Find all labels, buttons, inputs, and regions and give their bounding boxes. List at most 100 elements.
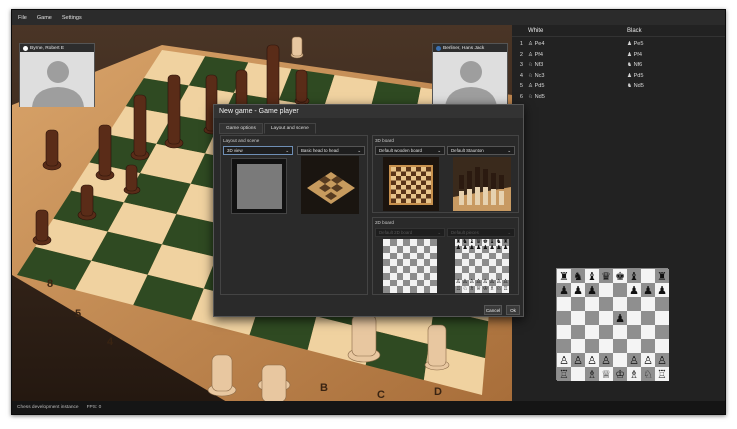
white-move[interactable]: ♙ Pe4 [528, 41, 627, 47]
mini-board-square[interactable] [655, 339, 669, 353]
scene-select[interactable]: Basic head to head ⌄ [297, 146, 365, 155]
move-row[interactable]: 2 ♙ Pf4 ♟ Pf4 [512, 50, 725, 61]
mini-board-square[interactable] [627, 339, 641, 353]
mini-board-square[interactable] [599, 325, 613, 339]
mini-board-square[interactable] [627, 325, 641, 339]
mini-board-square[interactable] [641, 339, 655, 353]
white-move[interactable]: ♘ Nd5 [528, 94, 627, 100]
2d-board-thumbnail[interactable] [383, 239, 437, 293]
mini-board-square[interactable] [585, 297, 599, 311]
white-move[interactable]: ♘ Nc3 [528, 73, 627, 79]
cancel-button[interactable]: Cancel [484, 305, 502, 315]
3d-pieces-thumbnail[interactable] [453, 157, 511, 211]
ok-button[interactable]: Ok [506, 305, 520, 315]
white-move[interactable]: ♙ Pf4 [528, 52, 627, 58]
mini-board-square[interactable] [557, 339, 571, 353]
mini-board-square[interactable] [655, 325, 669, 339]
move-row[interactable]: 6 ♘ Nd5 [512, 92, 725, 103]
mini-board-square[interactable] [613, 283, 627, 297]
mini-board-square[interactable] [557, 325, 571, 339]
black-move[interactable]: ♟ Pe5 [627, 41, 717, 47]
mini-board-square[interactable]: ♞ [571, 269, 585, 283]
mini-board-square[interactable]: ♗ [585, 367, 599, 381]
3d-board-select[interactable]: Default wooden board ⌄ [375, 146, 445, 155]
2d-mini-board[interactable]: ♜ ♞ ♝ ♛ ♚ ♝ ♜ ♟ ♟ ♟ ♟ ♟ ♟ ♟ ♙ ♙ ♙ ♙ ♙ ♙ ♙ ♖ ♗ ♕ ♔ ♗ ♘ ♖ [556, 268, 669, 381]
black-move[interactable]: ♟ Pf4 [627, 52, 717, 58]
mini-board-square[interactable] [557, 297, 571, 311]
black-move[interactable]: ♞ Nd5 [627, 83, 717, 89]
mini-board-square[interactable] [585, 339, 599, 353]
tab-layout-and-scene[interactable]: Layout and scene [263, 123, 316, 134]
move-row[interactable]: 5 ♙ Pd5 ♞ Nd5 [512, 81, 725, 92]
mini-board-square[interactable]: ♜ [655, 269, 669, 283]
mini-board-square[interactable]: ♙ [557, 353, 571, 367]
mini-board-square[interactable] [613, 353, 627, 367]
menu-file[interactable]: File [18, 15, 27, 21]
mini-board-square[interactable]: ♙ [599, 353, 613, 367]
mini-board-square[interactable]: ♖ [557, 367, 571, 381]
mini-board-square[interactable] [641, 311, 655, 325]
2d-pieces-select[interactable]: Default pieces ⌄ [447, 228, 515, 237]
mini-board-square[interactable]: ♟ [613, 311, 627, 325]
mini-board-square[interactable] [613, 297, 627, 311]
mini-board-square[interactable] [571, 325, 585, 339]
mini-board-square[interactable] [641, 297, 655, 311]
layout-preview-thumbnail[interactable] [231, 158, 287, 214]
mini-board-square[interactable] [627, 311, 641, 325]
mini-board-square[interactable] [599, 297, 613, 311]
mini-board-square[interactable]: ♖ [655, 367, 669, 381]
mini-board-square[interactable] [655, 297, 669, 311]
mini-board-square[interactable] [571, 367, 585, 381]
mini-board-square[interactable]: ♙ [641, 353, 655, 367]
mini-board-square[interactable]: ♟ [627, 283, 641, 297]
move-row[interactable]: 3 ♘ Nf3 ♞ Nf6 [512, 60, 725, 71]
mini-board-square[interactable] [557, 311, 571, 325]
menu-settings[interactable]: Settings [62, 15, 82, 21]
mini-board-square[interactable]: ♝ [585, 269, 599, 283]
white-move[interactable]: ♙ Pd5 [528, 83, 627, 89]
mini-board-square[interactable]: ♟ [655, 283, 669, 297]
mini-board-square[interactable] [641, 269, 655, 283]
mini-board-square[interactable]: ♟ [571, 283, 585, 297]
mini-board-square[interactable]: ♟ [641, 283, 655, 297]
mini-board-square[interactable]: ♜ [557, 269, 571, 283]
mini-board-square[interactable] [571, 339, 585, 353]
mini-board-square[interactable]: ♛ [599, 269, 613, 283]
2d-board-select[interactable]: Default 2D board ⌄ [375, 228, 445, 237]
mini-board-square[interactable]: ♔ [613, 367, 627, 381]
mini-board-square[interactable]: ♙ [655, 353, 669, 367]
mini-board-square[interactable]: ♙ [627, 353, 641, 367]
mini-board-square[interactable] [599, 283, 613, 297]
black-move[interactable]: ♞ Nf6 [627, 62, 717, 68]
tab-game-options[interactable]: Game options [219, 123, 263, 134]
3d-pieces-select[interactable]: Default Staunton ⌄ [447, 146, 515, 155]
mini-board-square[interactable] [655, 311, 669, 325]
mini-board-square[interactable]: ♗ [627, 367, 641, 381]
mini-board-square[interactable] [627, 297, 641, 311]
white-move[interactable]: ♘ Nf3 [528, 62, 627, 68]
2d-pieces-thumbnail[interactable]: ♜ ♞ ♝ ♛ ♚ ♝ ♞ ♜ ♟ ♟ ♟ ♟ ♟ ♟ ♟ ♟ ♙ ♙ ♙ ♙ ♙ ♙ ♙ ♙ ♖ ♘ ♗ ♕ ♔ ♗ ♘ ♖ [455, 239, 509, 293]
layout-select[interactable]: 3D view ⌄ [223, 146, 293, 155]
mini-board-square[interactable] [599, 311, 613, 325]
mini-board-square[interactable] [571, 311, 585, 325]
mini-board-square[interactable]: ♕ [599, 367, 613, 381]
mini-board-square[interactable]: ♝ [627, 269, 641, 283]
mini-board-square[interactable]: ♘ [641, 367, 655, 381]
mini-board-square[interactable] [613, 339, 627, 353]
mini-board-square[interactable] [571, 297, 585, 311]
mini-board-square[interactable] [585, 311, 599, 325]
mini-board-square[interactable] [585, 325, 599, 339]
move-row[interactable]: 1 ♙ Pe4 ♟ Pe5 [512, 39, 725, 50]
3d-board-thumbnail[interactable] [383, 157, 439, 211]
mini-board-square[interactable] [599, 339, 613, 353]
mini-board-square[interactable] [641, 325, 655, 339]
mini-board-square[interactable]: ♙ [585, 353, 599, 367]
mini-board-square[interactable]: ♚ [613, 269, 627, 283]
mini-board-square[interactable] [613, 325, 627, 339]
scene-preview-thumbnail[interactable] [301, 156, 359, 214]
move-row[interactable]: 4 ♘ Nc3 ♟ Pd5 [512, 71, 725, 82]
menu-game[interactable]: Game [37, 15, 52, 21]
mini-board-square[interactable]: ♟ [557, 283, 571, 297]
black-move[interactable]: ♟ Pd5 [627, 73, 717, 79]
mini-board-square[interactable]: ♙ [571, 353, 585, 367]
